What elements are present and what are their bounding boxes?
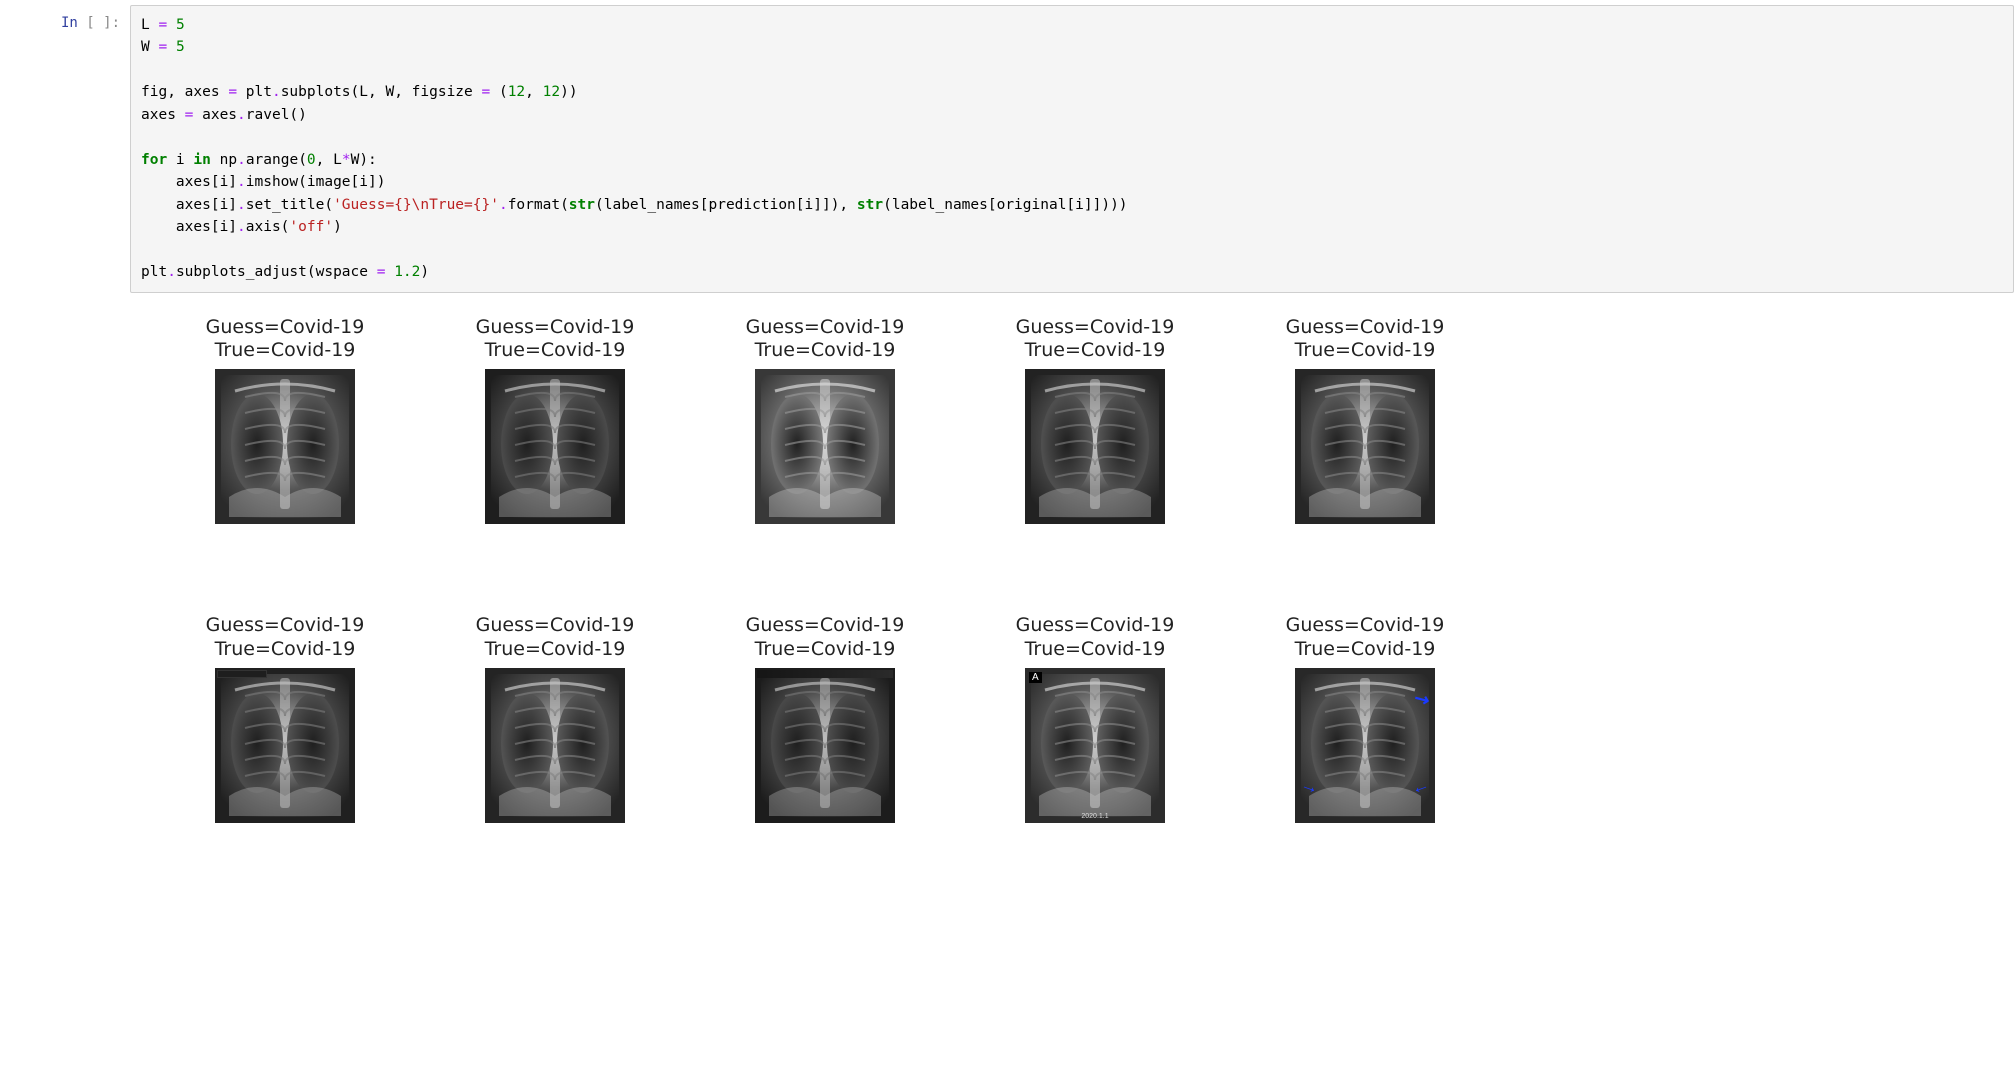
prompt-bracket-open: [ bbox=[86, 15, 94, 31]
plot-grid: Guess=Covid-19True=Covid-19 Guess=Covid-… bbox=[185, 316, 1465, 823]
xray-image bbox=[215, 369, 355, 524]
subplot-title: Guess=Covid-19True=Covid-19 bbox=[206, 316, 365, 364]
xray-image bbox=[755, 668, 895, 823]
prompt-prefix: In bbox=[61, 15, 78, 31]
date-label: 2020.1.1 bbox=[1081, 813, 1108, 820]
subplot: Guess=Covid-19True=Covid-19 bbox=[455, 614, 655, 823]
xray-image: ↘→← bbox=[1295, 668, 1435, 823]
code-editor[interactable]: L = 5 W = 5 fig, axes = plt.subplots(L, … bbox=[130, 5, 2014, 293]
subplot: Guess=Covid-19True=Covid-19 ↘→← bbox=[1265, 614, 1465, 823]
subplot: Guess=Covid-19True=Covid-19 bbox=[185, 316, 385, 525]
xray-image bbox=[485, 369, 625, 524]
prompt-bracket-close: ]: bbox=[103, 15, 120, 31]
subplot-title: Guess=Covid-19True=Covid-19 bbox=[476, 614, 635, 662]
subplot: Guess=Covid-19True=Covid-19 bbox=[725, 316, 925, 525]
header-strip bbox=[757, 670, 893, 678]
notebook-container: In [ ]: L = 5 W = 5 fig, axes = plt.subp… bbox=[0, 0, 2014, 823]
subplot: Guess=Covid-19True=Covid-19 bbox=[725, 614, 925, 823]
xray-image bbox=[485, 668, 625, 823]
subplot-title: Guess=Covid-19True=Covid-19 bbox=[746, 614, 905, 662]
prompt-number bbox=[95, 15, 103, 31]
subplot: Guess=Covid-19True=Covid-19 bbox=[1265, 316, 1465, 525]
subplot-title: Guess=Covid-19True=Covid-19 bbox=[746, 316, 905, 364]
input-prompt: In [ ]: bbox=[0, 5, 130, 293]
subplot: Guess=Covid-19True=Covid-19 bbox=[185, 614, 385, 823]
subplot: Guess=Covid-19True=Covid-19 bbox=[995, 316, 1195, 525]
xray-image bbox=[755, 369, 895, 524]
xray-image: A 2020.1.1 bbox=[1025, 668, 1165, 823]
subplot-title: Guess=Covid-19True=Covid-19 bbox=[1286, 614, 1445, 662]
subplot-title: Guess=Covid-19True=Covid-19 bbox=[206, 614, 365, 662]
xray-image bbox=[1025, 369, 1165, 524]
code-content: L = 5 W = 5 fig, axes = plt.subplots(L, … bbox=[141, 14, 2003, 284]
corner-label: A bbox=[1029, 672, 1042, 683]
code-cell: In [ ]: L = 5 W = 5 fig, axes = plt.subp… bbox=[0, 0, 2014, 298]
xray-image bbox=[1295, 369, 1435, 524]
subplot: Guess=Covid-19True=Covid-19 A 2020.1.1 bbox=[995, 614, 1195, 823]
info-strip bbox=[217, 670, 267, 678]
subplot-title: Guess=Covid-19True=Covid-19 bbox=[1016, 316, 1175, 364]
output-area: Guess=Covid-19True=Covid-19 Guess=Covid-… bbox=[130, 298, 2014, 823]
subplot-title: Guess=Covid-19True=Covid-19 bbox=[1016, 614, 1175, 662]
xray-image bbox=[215, 668, 355, 823]
subplot-title: Guess=Covid-19True=Covid-19 bbox=[476, 316, 635, 364]
subplot-title: Guess=Covid-19True=Covid-19 bbox=[1286, 316, 1445, 364]
subplot: Guess=Covid-19True=Covid-19 bbox=[455, 316, 655, 525]
